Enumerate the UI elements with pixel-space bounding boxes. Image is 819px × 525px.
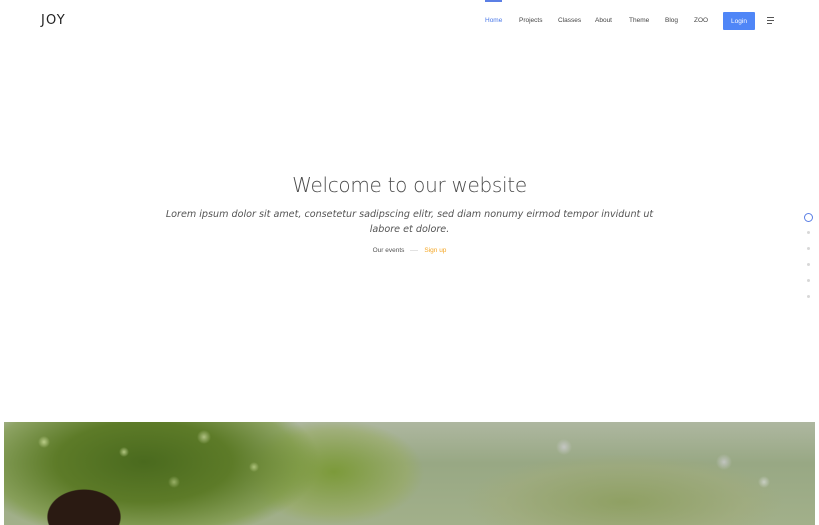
hero-title: Welcome to our website — [292, 173, 527, 197]
dot-nav-item-4[interactable] — [806, 263, 810, 266]
hero-photo — [4, 422, 815, 525]
dot-nav-item-5[interactable] — [806, 279, 810, 282]
section-dot-nav — [803, 213, 813, 311]
dot-nav-item-6[interactable] — [806, 295, 810, 298]
page: JOY Home Projects Classes About Theme Bl… — [0, 0, 819, 525]
hero-description: Lorem ipsum dolor sit amet, consetetur s… — [165, 209, 654, 235]
link-separator — [410, 250, 419, 251]
our-events-link[interactable]: Our events — [373, 247, 405, 254]
dot-nav-item-1[interactable] — [803, 213, 813, 222]
sign-up-link[interactable]: Sign up — [424, 247, 446, 254]
hero-links: Our events Sign up — [0, 247, 819, 254]
hero-section: Welcome to our website Lorem ipsum dolor… — [0, 0, 819, 420]
dot-nav-item-3[interactable] — [806, 247, 810, 250]
dot-nav-item-2[interactable] — [806, 231, 810, 234]
